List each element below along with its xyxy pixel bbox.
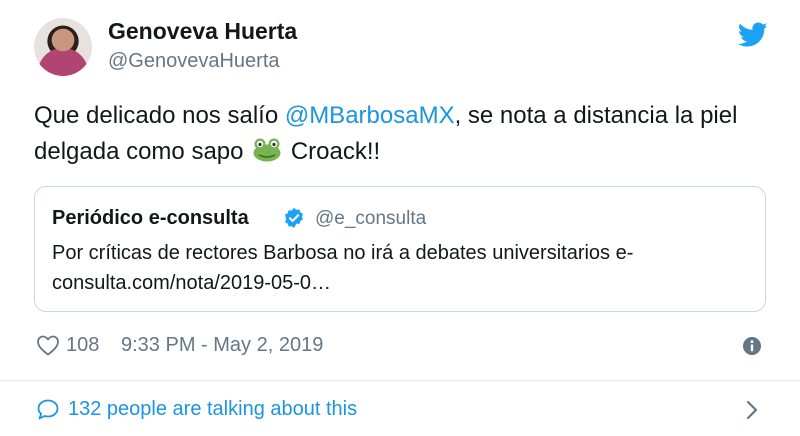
author-handle[interactable]: @GenovevaHuerta [108,50,280,73]
quoted-tweet[interactable]: Periódico e-consulta @e_consulta Por crí… [34,186,766,312]
tweet-card: Genoveva Huerta @GenovevaHuerta Que deli… [0,0,800,436]
quoted-author-name: Periódico e-consulta [52,207,249,229]
quoted-author-handle: @e_consulta [315,208,427,229]
conversation-link[interactable]: 132 people are talking about this [0,381,800,436]
author-name[interactable]: Genoveva Huerta [108,18,297,45]
mention-link[interactable]: @MBarbosaMX [285,102,455,129]
tweet-text: Que delicado nos salío @MBarbosaMX, se n… [34,98,774,170]
verified-badge-icon [285,207,303,229]
tweet-timestamp[interactable]: 9:33 PM - May 2, 2019 [121,334,323,357]
quoted-text: Por críticas de rectores Barbosa no irá … [52,242,634,294]
chevron-right-icon [746,400,758,420]
heart-icon[interactable] [36,334,60,356]
avatar[interactable] [34,18,92,76]
tweet-text-part: Que delicado nos salío [34,102,285,129]
twitter-bird-icon[interactable] [738,22,768,48]
speech-bubble-icon [37,399,59,420]
info-icon[interactable] [742,336,762,356]
tweet-text-part: Croack!! [284,138,381,165]
like-count[interactable]: 108 [66,334,99,357]
talking-count-text: 132 people are talking about this [68,398,358,420]
frog-emoji-icon [253,138,281,162]
